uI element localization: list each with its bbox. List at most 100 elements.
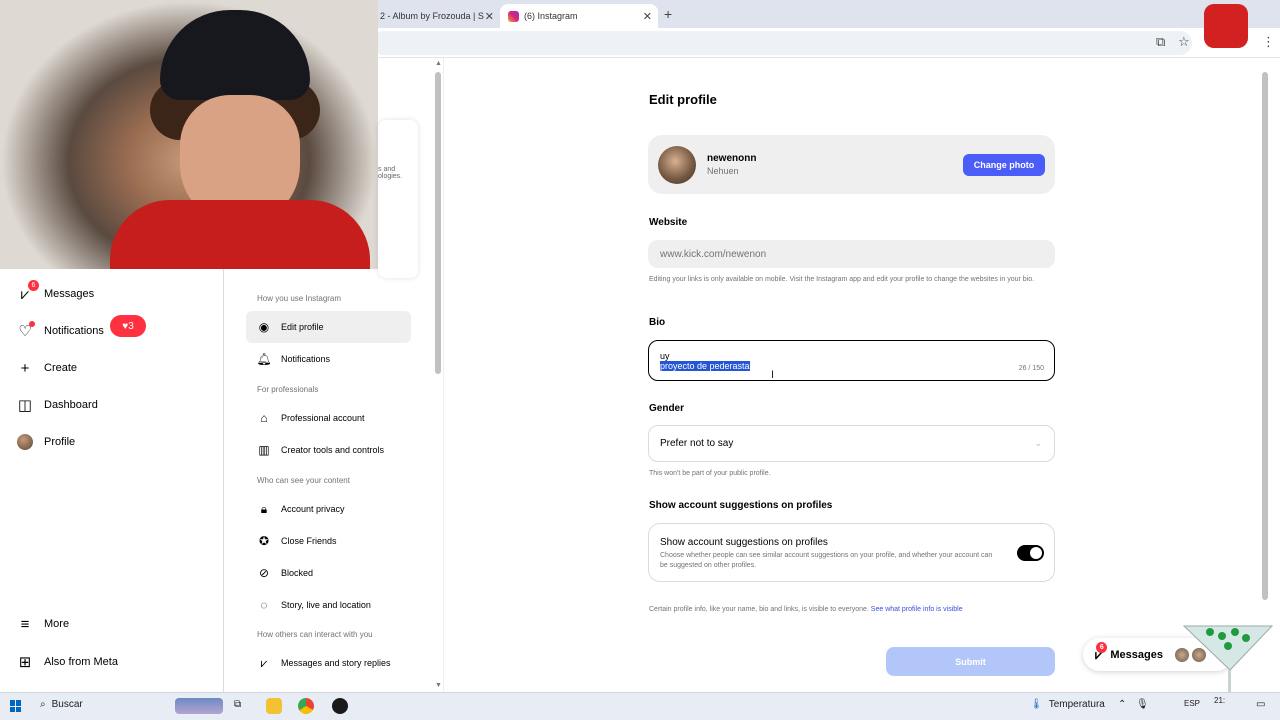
messages-pill-label: Messages [1110,648,1163,661]
settings-item-edit-profile[interactable]: ◉ Edit profile [246,311,411,343]
scroll-up-icon[interactable]: ▲ [435,60,442,67]
website-note: Editing your links is only available on … [649,276,1035,283]
language-indicator[interactable]: ESP [1184,699,1200,708]
footer-text: Certain profile info, like your name, bi… [649,606,869,613]
section-heading: Who can see your content [257,476,350,485]
bio-textarea[interactable]: uy proyecto de pederasta 26 / 150 [648,340,1055,381]
weather-label: Temperatura [1048,699,1105,710]
website-label: Website [649,217,688,228]
settings-item-label: Creator tools and controls [281,445,385,455]
settings-item-close-friends[interactable]: ✪ Close Friends [246,525,411,557]
section-heading: How others can interact with you [257,630,373,639]
tab-title: (6) Instagram [524,11,578,21]
bio-char-count: 26 / 150 [1018,365,1044,372]
suggestions-toggle[interactable] [1017,545,1044,561]
app-icon[interactable] [332,698,348,714]
instagram-icon [508,10,519,22]
angry-emote-overlay [1204,4,1248,48]
nav-dashboard[interactable]: ◫ Dashboard [16,390,98,420]
nav-profile[interactable]: Profile [16,427,75,457]
full-name: Nehuen [707,166,739,176]
nav-notifications[interactable]: ♡ Notifications [16,316,104,346]
gender-note: This won't be part of your public profil… [649,470,771,477]
store-icon: ⌂ [260,411,268,425]
tab-instagram[interactable]: (6) Instagram ✕ [500,4,658,28]
settings-item-label: Edit profile [281,322,324,332]
settings-item-account-privacy[interactable]: 🔒︎ Account privacy [246,493,411,525]
chrome-icon[interactable] [298,698,314,714]
nav-messages[interactable]: ⩗ 6 Messages [16,279,94,309]
meta-card-text: s and ologies. [378,166,403,180]
text-cursor-icon: I [771,369,775,381]
windows-start-icon[interactable] [10,700,22,712]
settings-item-creator-tools[interactable]: ▥ Creator tools and controls [246,434,411,466]
nav-label: Messages [44,288,95,300]
suggestions-box: Show account suggestions on profiles Cho… [648,523,1055,582]
notification-dot [29,321,35,327]
chevron-down-icon: ⌄ [1034,438,1042,448]
submit-button[interactable]: Submit [886,647,1055,676]
bio-line: uy [660,350,670,361]
suggestions-title: Show account suggestions on profiles [660,537,828,548]
lock-icon: 🔒︎ [260,501,268,516]
bookmark-star-icon[interactable]: ☆ [1178,34,1190,50]
blocked-icon: ⊘ [258,566,270,580]
install-icon[interactable]: ⧉ [1156,34,1165,50]
bell-icon: 🔔︎ [256,352,272,366]
chevron-up-icon[interactable]: ⌃ [1118,699,1126,710]
taskbar-search[interactable]: ⌕ Buscar [40,699,83,710]
thermometer-icon: 🌡︎ [1030,699,1043,710]
settings-item-story-live-location[interactable]: ◌ Story, live and location [246,589,411,621]
new-tab-button[interactable]: + [664,6,672,22]
menu-kebab-icon[interactable]: ⋮ [1262,34,1275,50]
nav-create[interactable]: + Create [16,353,77,383]
nav-label: Also from Meta [44,656,118,668]
weather-widget[interactable]: 🌡︎ Temperatura [1030,699,1105,710]
gender-select[interactable]: Prefer not to say ⌄ [648,425,1055,462]
messages-badge: 6 [1096,641,1108,653]
clock[interactable]: 21: [1214,696,1225,705]
notification-count-pill: ♥ 3 [110,315,146,337]
settings-item-label: Professional account [281,413,365,423]
settings-item-professional-account[interactable]: ⌂ Professional account [246,402,411,434]
section-heading: For professionals [257,385,319,394]
scroll-down-icon[interactable]: ▼ [435,682,442,689]
windows-taskbar: ⌕ Buscar ⧉ 🌡︎ Temperatura ⌃ 🎙︎ ESP 21: ▭ [0,692,1280,720]
section-heading: How you use Instagram [257,294,342,303]
avatar[interactable] [658,146,696,184]
close-icon[interactable]: ✕ [485,10,494,23]
change-photo-button[interactable]: Change photo [963,154,1045,176]
taskbar-widget-image[interactable] [175,698,223,714]
nav-more[interactable]: ≡ More [16,609,69,639]
settings-item-messages-story-replies[interactable]: ⩗ Messages and story replies [246,647,411,679]
task-view-icon[interactable]: ⧉ [234,699,241,710]
nav-also-from-meta[interactable]: ⊞ Also from Meta [16,647,118,677]
footer-note: Certain profile info, like your name, bi… [649,606,963,613]
settings-item-label: Messages and story replies [281,658,391,668]
settings-item-notifications[interactable]: 🔔︎ Notifications [246,343,411,375]
nav-label: More [44,618,70,630]
settings-scrollbar[interactable] [435,72,441,374]
notifications-icon[interactable]: ▭ [1256,699,1265,710]
microphone-icon[interactable]: 🎙︎ [1136,699,1149,710]
tab-album[interactable]: 2 - Album by Frozouda | S ✕ [372,4,500,28]
url-field[interactable] [372,31,1192,55]
page-scrollbar[interactable] [1262,72,1268,600]
nav-label: Notifications [44,325,104,337]
avatar [16,433,34,451]
messenger-icon: ⩗ 6 [1095,641,1108,663]
messenger-icon: ⩗ [260,655,268,670]
nav-label: Dashboard [44,399,98,411]
profile-card: newenonn Nehuen Change photo [648,135,1055,194]
meta-accounts-center-card[interactable]: s and ologies. [378,120,418,278]
website-field[interactable]: www.kick.com/newenon [648,240,1055,268]
file-explorer-icon[interactable] [266,698,282,714]
user-circle-icon: ◉ [258,320,270,334]
page-title: Edit profile [649,92,717,107]
settings-item-blocked[interactable]: ⊘ Blocked [246,557,411,589]
footer-link[interactable]: See what profile info is visible [871,606,963,613]
settings-item-label: Notifications [281,354,331,364]
bio-label: Bio [649,317,666,328]
messenger-icon: ⩗ 6 [16,280,39,303]
close-icon[interactable]: ✕ [643,10,652,23]
